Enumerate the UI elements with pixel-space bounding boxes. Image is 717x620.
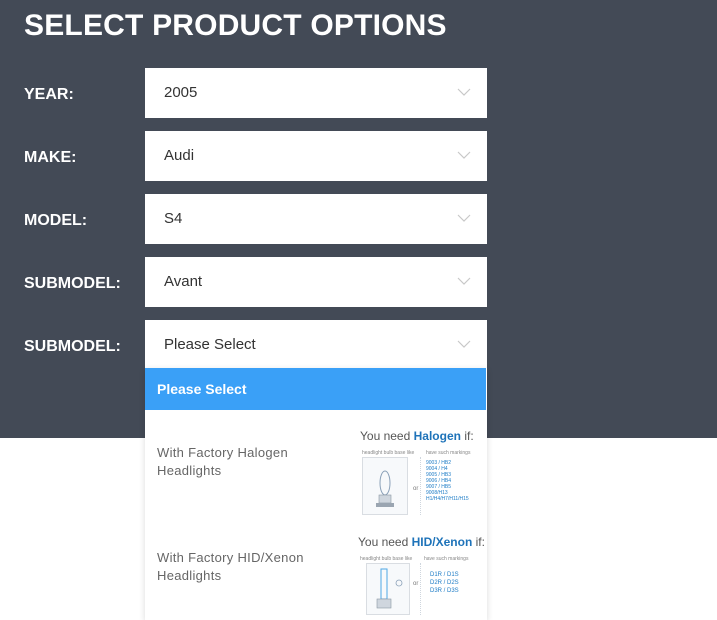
submodel-label: SUBMODEL: <box>24 275 121 292</box>
page-title: SELECT PRODUCT OPTIONS <box>24 9 447 42</box>
halogen-caption-left: headlight bulb base like <box>362 450 415 456</box>
make-select[interactable]: Audi <box>145 131 487 181</box>
year-select[interactable]: 2005 <box>145 68 487 118</box>
year-label: YEAR: <box>24 86 74 103</box>
option-hid-xenon[interactable]: With Factory HID/Xenon Headlights You ne… <box>145 515 487 620</box>
halogen-codes: 9003 / HB2 9004 / H4 9005 / HB3 9006 / H… <box>426 460 469 502</box>
hid-caption-left: headlight bulb base like <box>360 556 413 562</box>
option-halogen[interactable]: With Factory Halogen Headlights You need… <box>145 410 487 515</box>
chevron-down-icon <box>457 277 471 285</box>
chevron-down-icon <box>457 214 471 222</box>
submodel-value: Avant <box>164 273 203 290</box>
submodel-2-label: SUBMODEL: <box>24 338 121 355</box>
hid-bulb-icon <box>366 563 410 615</box>
model-label: MODEL: <box>24 212 88 229</box>
make-label: MAKE: <box>24 149 77 166</box>
make-value: Audi <box>164 147 195 164</box>
option-please-select[interactable]: Please Select <box>145 368 486 410</box>
chevron-down-icon <box>457 340 471 348</box>
chevron-down-icon <box>457 151 471 159</box>
hid-codes: D1R / D1S D2R / D2S D3R / D3S <box>430 572 459 594</box>
option-halogen-label: With Factory Halogen Headlights <box>157 445 288 478</box>
halogen-bulb-icon <box>362 457 408 515</box>
hid-info-title: You need HID/Xenon if: <box>358 535 485 549</box>
year-value: 2005 <box>164 84 198 101</box>
model-select[interactable]: S4 <box>145 194 487 244</box>
hid-divider <box>420 563 421 615</box>
halogen-divider <box>420 457 421 515</box>
chevron-down-icon <box>457 88 471 96</box>
submodel-dropdown-list: Please Select With Factory Halogen Headl… <box>145 368 487 620</box>
hid-info-graphic: You need HID/Xenon if: headlight bulb ba… <box>358 535 485 615</box>
hid-caption-right: have such markings <box>424 556 469 562</box>
halogen-info-graphic: You need Halogen if: headlight bulb base… <box>360 429 485 515</box>
submodel-select[interactable]: Avant <box>145 257 487 307</box>
model-value: S4 <box>164 210 183 227</box>
halogen-caption-right: have such markings <box>426 450 471 456</box>
submodel-2-value: Please Select <box>164 336 256 353</box>
halogen-or-text: or <box>413 486 419 492</box>
halogen-info-title: You need Halogen if: <box>360 429 474 443</box>
submodel-2-select[interactable]: Please Select <box>145 320 487 370</box>
hid-or-text: or <box>413 581 419 587</box>
option-hid-xenon-label: With Factory HID/Xenon Headlights <box>157 550 304 583</box>
